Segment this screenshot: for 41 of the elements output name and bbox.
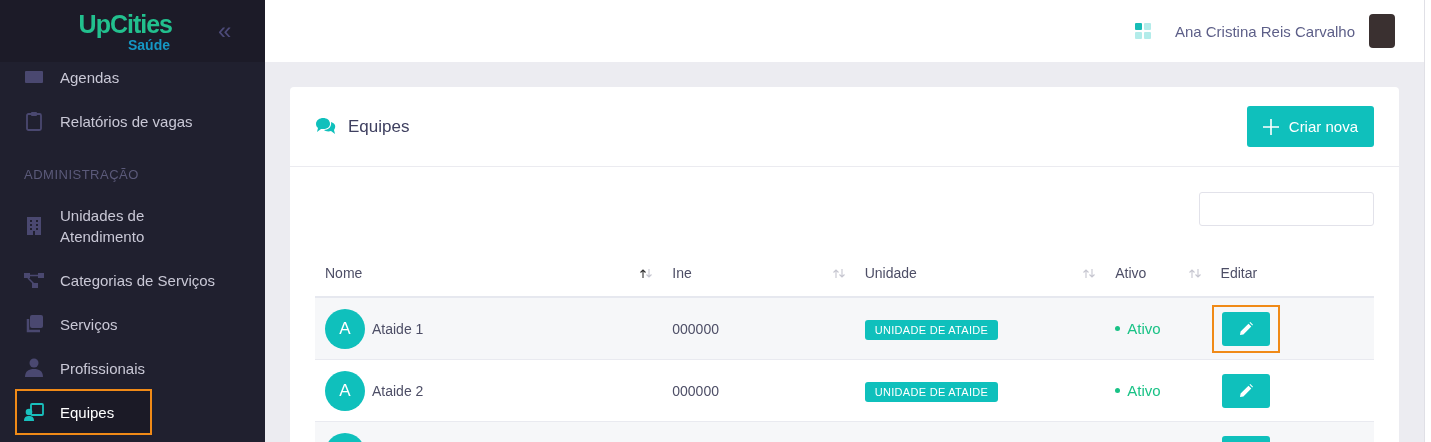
status-label: Ativo bbox=[1115, 320, 1201, 337]
card-title: Equipes bbox=[348, 116, 410, 137]
apps-icon[interactable] bbox=[1134, 23, 1151, 39]
photo-placeholder[interactable] bbox=[1369, 14, 1395, 48]
edit-button[interactable] bbox=[1221, 373, 1270, 408]
team-icon bbox=[24, 402, 44, 422]
clipboard-icon bbox=[24, 111, 44, 131]
ine-code: 000000 bbox=[672, 320, 719, 337]
sidebar-item[interactable]: Relatórios de vagas bbox=[16, 99, 256, 143]
sidebar-item[interactable]: Unidades de Atendimento bbox=[16, 194, 256, 258]
team-name: Ataide 1 bbox=[372, 320, 424, 337]
search-field[interactable] bbox=[1199, 192, 1374, 226]
sidebar-item[interactable]: Profissionais bbox=[16, 346, 256, 390]
plus-icon bbox=[1262, 118, 1279, 135]
sidebar-item[interactable]: Categorias de Serviços bbox=[16, 258, 256, 302]
sort-icon[interactable] bbox=[640, 268, 653, 278]
sidebar-item[interactable]: Serviços bbox=[16, 302, 256, 346]
scrollbar[interactable] bbox=[1424, 0, 1431, 442]
status-dot-icon bbox=[1115, 388, 1121, 393]
building-icon bbox=[24, 216, 44, 236]
pencil-icon bbox=[1238, 383, 1253, 398]
logo-subtitle: Saúde bbox=[128, 38, 170, 52]
copy-icon bbox=[24, 314, 44, 334]
hierarchy-icon bbox=[24, 270, 44, 290]
ine-code: 000000 bbox=[672, 382, 719, 399]
avatar-circle: A bbox=[325, 308, 365, 349]
user-name[interactable]: Ana Cristina Reis Carvalho bbox=[1174, 22, 1355, 40]
logo-name: UpCities bbox=[78, 10, 172, 38]
unit-tag: UNIDADE DE ATAIDE bbox=[864, 319, 999, 340]
sidebar-item[interactable]: Equipes bbox=[16, 390, 151, 434]
pencil-icon bbox=[1238, 321, 1253, 336]
avatar-circle: A bbox=[325, 370, 365, 411]
section-label: ADMINISTRAÇÃO bbox=[23, 166, 140, 184]
status-label: Ativo bbox=[1115, 382, 1201, 399]
unit-tag: UNIDADE DE ATAIDE bbox=[864, 381, 999, 402]
status-dot-icon bbox=[1115, 326, 1121, 331]
person-icon bbox=[24, 358, 44, 378]
chat-bubbles-icon bbox=[315, 118, 336, 135]
sidebar-item[interactable]: Agendas bbox=[16, 62, 256, 99]
edit-button[interactable] bbox=[1221, 311, 1270, 346]
team-name: Ataide 2 bbox=[372, 382, 424, 399]
